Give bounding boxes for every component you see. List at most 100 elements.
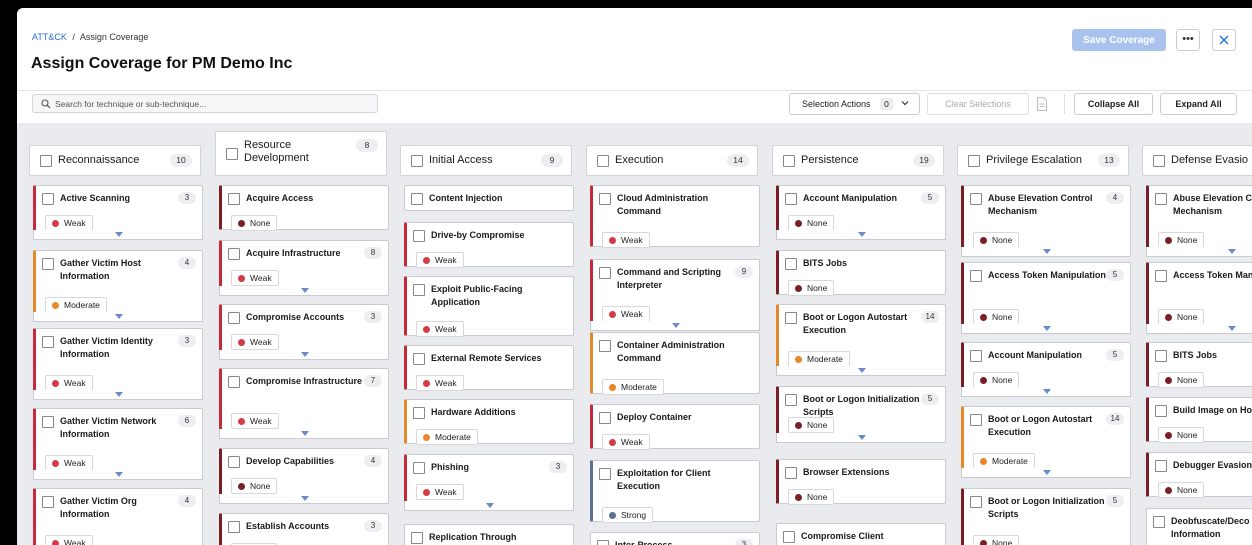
technique-card[interactable]: Exploit Public-Facing Application Weak xyxy=(404,276,574,337)
technique-card[interactable]: Hardware Additions Moderate xyxy=(404,399,574,445)
technique-card[interactable]: Compromise Accounts 3 Weak xyxy=(219,304,389,350)
technique-checkbox[interactable] xyxy=(1155,270,1167,282)
technique-card[interactable]: External Remote Services Weak xyxy=(404,345,574,391)
coverage-badge[interactable]: Strong xyxy=(602,507,654,523)
expand-subtechniques-toggle[interactable] xyxy=(776,366,946,376)
expand-subtechniques-toggle[interactable] xyxy=(776,230,946,240)
technique-card[interactable]: Compromise Client Software Binary xyxy=(776,523,946,545)
coverage-badge[interactable]: Weak xyxy=(416,375,464,391)
technique-card[interactable]: Gather Victim Network Information 6 Weak xyxy=(33,408,203,471)
technique-checkbox[interactable] xyxy=(785,193,797,205)
technique-card[interactable]: Boot or Logon Initialization Scripts 5 Non… xyxy=(961,488,1131,545)
collapse-all-button[interactable]: Collapse All xyxy=(1074,93,1153,115)
technique-checkbox[interactable] xyxy=(785,258,797,270)
coverage-badge[interactable]: None xyxy=(973,232,1020,248)
technique-card[interactable]: Deploy Container Weak xyxy=(590,404,760,450)
search-input[interactable] xyxy=(55,96,355,111)
technique-card[interactable]: Account Manipulation 5 None xyxy=(776,185,946,231)
tactic-checkbox[interactable] xyxy=(783,155,795,167)
technique-checkbox[interactable] xyxy=(228,248,240,260)
technique-card[interactable]: Gather Victim Host Information 4 Moderate xyxy=(33,250,203,313)
technique-checkbox[interactable] xyxy=(970,414,982,426)
technique-checkbox[interactable] xyxy=(597,540,609,545)
expand-subtechniques-toggle[interactable] xyxy=(404,501,574,511)
tactic-checkbox[interactable] xyxy=(1153,155,1165,167)
document-icon[interactable] xyxy=(1036,97,1048,111)
technique-card[interactable]: Container Administration Command Moderate xyxy=(590,332,760,395)
technique-card[interactable]: Boot or Logon Autostart Execution 14 Moder… xyxy=(776,304,946,367)
technique-card[interactable]: Debugger Evasion None xyxy=(1146,452,1252,498)
coverage-badge[interactable]: None xyxy=(973,535,1020,545)
technique-checkbox[interactable] xyxy=(1155,350,1167,362)
expand-subtechniques-toggle[interactable] xyxy=(590,321,760,331)
technique-checkbox[interactable] xyxy=(599,340,611,352)
technique-card[interactable]: BITS Jobs None xyxy=(776,250,946,296)
technique-card[interactable]: Browser Extensions None xyxy=(776,459,946,505)
technique-checkbox[interactable] xyxy=(42,336,54,348)
technique-card[interactable]: Drive-by Compromise Weak xyxy=(404,222,574,268)
expand-subtechniques-toggle[interactable] xyxy=(33,230,203,240)
expand-subtechniques-toggle[interactable] xyxy=(1146,324,1252,334)
selection-actions-dropdown[interactable]: Selection Actions 0 xyxy=(789,93,920,115)
expand-subtechniques-toggle[interactable] xyxy=(961,387,1131,397)
coverage-badge[interactable]: Weak xyxy=(602,434,650,450)
expand-subtechniques-toggle[interactable] xyxy=(1146,247,1252,257)
expand-subtechniques-toggle[interactable] xyxy=(33,390,203,400)
coverage-badge[interactable]: Moderate xyxy=(973,453,1035,469)
technique-card[interactable]: Boot or Logon Initialization Scripts 5 Non… xyxy=(776,386,946,433)
technique-card[interactable]: Acquire Infrastructure 8 Weak xyxy=(219,240,389,286)
technique-checkbox[interactable] xyxy=(228,456,240,468)
technique-card[interactable]: Deobfuscate/Deco or Information xyxy=(1146,508,1252,545)
coverage-badge[interactable]: None xyxy=(973,372,1020,388)
tactic-checkbox[interactable] xyxy=(411,155,423,167)
coverage-badge[interactable]: Weak xyxy=(416,321,464,337)
coverage-badge[interactable]: None xyxy=(231,478,278,494)
expand-subtechniques-toggle[interactable] xyxy=(961,324,1131,334)
expand-subtechniques-toggle[interactable] xyxy=(219,494,389,504)
technique-checkbox[interactable] xyxy=(1155,460,1167,472)
technique-checkbox[interactable] xyxy=(413,462,425,474)
save-coverage-button[interactable]: Save Coverage xyxy=(1072,29,1166,51)
technique-checkbox[interactable] xyxy=(411,532,423,544)
coverage-badge[interactable]: Weak xyxy=(416,484,464,500)
technique-card[interactable]: Build Image on Ho None xyxy=(1146,397,1252,443)
coverage-badge[interactable]: None xyxy=(1158,372,1205,388)
technique-checkbox[interactable] xyxy=(970,270,982,282)
coverage-badge[interactable]: None xyxy=(788,417,835,433)
tactic-header[interactable]: Privilege Escalation 13 xyxy=(957,145,1129,176)
technique-checkbox[interactable] xyxy=(599,267,611,279)
coverage-badge[interactable]: Moderate xyxy=(45,297,107,313)
tactic-header[interactable]: Reconnaissance 10 xyxy=(29,145,201,176)
technique-checkbox[interactable] xyxy=(785,312,797,324)
technique-checkbox[interactable] xyxy=(42,416,54,428)
expand-subtechniques-toggle[interactable] xyxy=(33,470,203,480)
technique-card[interactable]: Replication Through Removable Media xyxy=(404,524,574,545)
clear-selections-button[interactable]: Clear Selections xyxy=(927,93,1029,115)
technique-checkbox[interactable] xyxy=(228,193,240,205)
technique-card[interactable]: Active Scanning 3 Weak xyxy=(33,185,203,231)
technique-card[interactable]: Acquire Access None xyxy=(219,185,389,231)
expand-subtechniques-toggle[interactable] xyxy=(961,247,1131,257)
technique-card[interactable]: Establish Accounts3None xyxy=(219,513,389,545)
technique-card[interactable]: Command and Scripting Interpreter 9 Weak xyxy=(590,259,760,322)
technique-checkbox[interactable] xyxy=(413,353,425,365)
technique-card[interactable]: Abuse Elevation Control Mechanism 4 None xyxy=(961,185,1131,248)
expand-subtechniques-toggle[interactable] xyxy=(776,433,946,443)
search-box[interactable] xyxy=(32,94,378,113)
coverage-badge[interactable]: Weak xyxy=(231,413,279,429)
coverage-badge[interactable]: None xyxy=(788,280,835,296)
technique-card[interactable]: Access Token Manipulation None xyxy=(1146,262,1252,325)
expand-subtechniques-toggle[interactable] xyxy=(219,286,389,296)
technique-card[interactable]: Phishing 3 Weak xyxy=(404,454,574,501)
coverage-badge[interactable]: None xyxy=(1158,309,1205,325)
coverage-badge[interactable]: None xyxy=(973,309,1020,325)
coverage-badge[interactable]: Moderate xyxy=(788,351,850,367)
tactic-checkbox[interactable] xyxy=(597,155,609,167)
technique-card[interactable]: BITS Jobs None xyxy=(1146,342,1252,388)
more-options-button[interactable]: ••• xyxy=(1176,29,1200,51)
technique-card[interactable]: Develop Capabilities 4 None xyxy=(219,448,389,494)
technique-checkbox[interactable] xyxy=(413,230,425,242)
technique-checkbox[interactable] xyxy=(599,468,611,480)
breadcrumb-attack-link[interactable]: ATT&CK xyxy=(32,32,67,42)
coverage-badge[interactable]: Weak xyxy=(231,270,279,286)
